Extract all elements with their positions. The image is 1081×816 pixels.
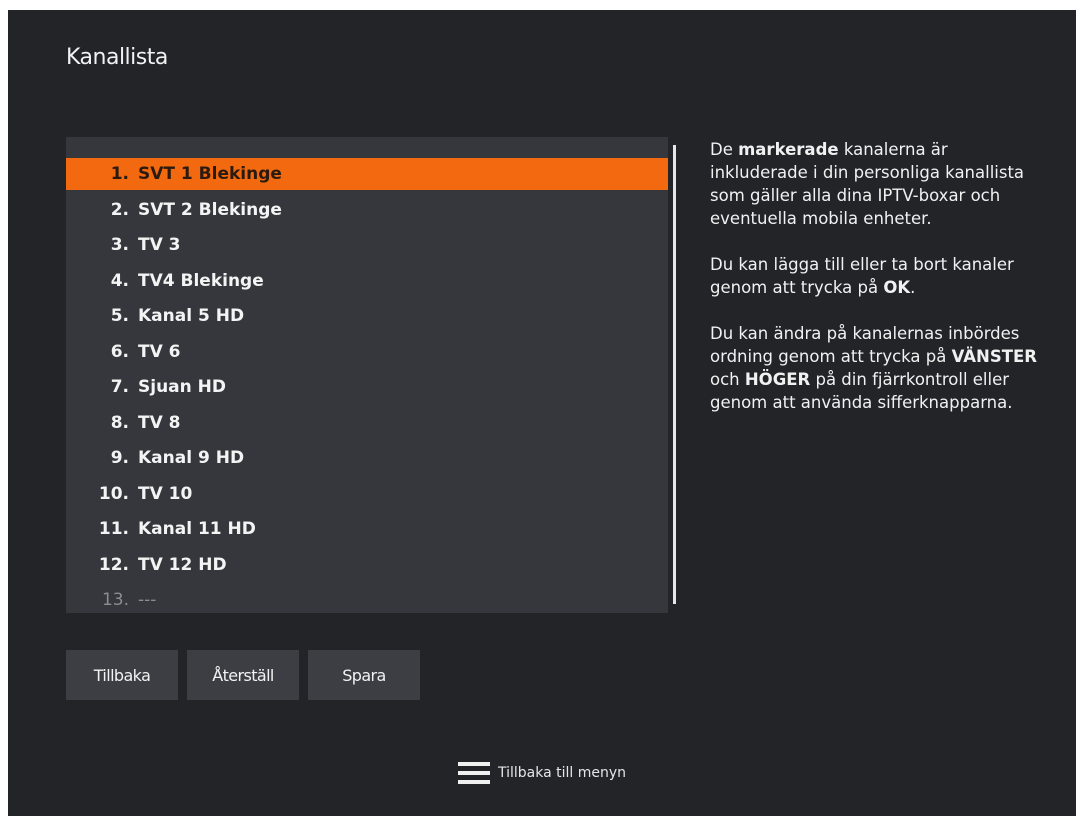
channel-item[interactable]: 5. Kanal 5 HD	[66, 300, 668, 332]
help-paragraph: Du kan ändra på kanalernas inbördes ordn…	[710, 322, 1048, 414]
help-text-part: Du kan lägga till eller ta bort kanaler …	[710, 255, 1014, 297]
channel-item[interactable]: 11. Kanal 11 HD	[66, 513, 668, 545]
channel-number: 10.	[98, 484, 129, 504]
save-button[interactable]: Spara	[308, 650, 420, 700]
list-scrollbar[interactable]	[673, 145, 676, 604]
channel-name: Kanal 11 HD	[138, 519, 256, 539]
channel-number: 9.	[110, 448, 129, 468]
channel-name: SVT 1 Blekinge	[138, 164, 282, 184]
footer-hint[interactable]: Tillbaka till menyn	[458, 762, 626, 784]
channel-number: 6.	[110, 342, 129, 362]
help-text-part: De	[710, 140, 739, 159]
channel-item[interactable]: 7. Sjuan HD	[66, 371, 668, 403]
help-text-bold: markerade	[738, 140, 839, 159]
help-text-bold: VÄNSTER	[951, 347, 1037, 366]
channel-item[interactable]: 2. SVT 2 Blekinge	[66, 194, 668, 226]
help-paragraph: Du kan lägga till eller ta bort kanaler …	[710, 253, 1048, 299]
channel-number: 7.	[110, 377, 129, 397]
channel-name: TV4 Blekinge	[138, 271, 264, 291]
channel-name: ---	[138, 590, 157, 610]
reset-button[interactable]: Återställ	[187, 650, 299, 700]
channel-number: 2.	[110, 200, 129, 220]
channel-name: Sjuan HD	[138, 377, 227, 397]
channel-list[interactable]: 1. SVT 1 Blekinge 2. SVT 2 Blekinge 3. T…	[66, 137, 668, 613]
channel-name: SVT 2 Blekinge	[138, 200, 282, 220]
menu-icon	[458, 762, 490, 784]
channel-number: 11.	[98, 519, 129, 539]
channel-number: 3.	[110, 235, 129, 255]
channel-number: 13.	[101, 590, 129, 610]
channel-name: TV 6	[138, 342, 181, 362]
help-text-part: och	[710, 370, 745, 389]
channel-name: TV 10	[138, 484, 193, 504]
tv-screen: Kanallista 1. SVT 1 Blekinge 2. SVT 2 Bl…	[8, 10, 1076, 816]
channel-item[interactable]: 13. ---	[66, 584, 668, 616]
channel-number: 8.	[110, 413, 129, 433]
channel-item[interactable]: 6. TV 6	[66, 336, 668, 368]
channel-item[interactable]: 8. TV 8	[66, 407, 668, 439]
channel-number: 4.	[110, 271, 129, 291]
channel-number: 5.	[110, 306, 129, 326]
footer-label: Tillbaka till menyn	[498, 765, 627, 781]
back-button[interactable]: Tillbaka	[66, 650, 178, 700]
help-text: De markerade kanalerna är inkluderade i …	[710, 138, 1048, 437]
help-text-part: .	[910, 278, 916, 297]
channel-name: TV 12 HD	[138, 555, 227, 575]
channel-item[interactable]: 3. TV 3	[66, 229, 668, 261]
page-title: Kanallista	[66, 45, 168, 70]
channel-item[interactable]: 1. SVT 1 Blekinge	[66, 158, 668, 190]
channel-name: TV 8	[138, 413, 181, 433]
channel-number: 12.	[98, 555, 129, 575]
help-text-bold: OK	[883, 278, 911, 297]
channel-item[interactable]: 10. TV 10	[66, 478, 668, 510]
channel-name: Kanal 5 HD	[138, 306, 245, 326]
channel-name: TV 3	[138, 235, 181, 255]
channel-number: 1.	[110, 164, 129, 184]
channel-item[interactable]: 9. Kanal 9 HD	[66, 442, 668, 474]
help-paragraph: De markerade kanalerna är inkluderade i …	[710, 138, 1048, 230]
channel-item[interactable]: 12. TV 12 HD	[66, 549, 668, 581]
channel-item[interactable]: 4. TV4 Blekinge	[66, 265, 668, 297]
help-text-bold: HÖGER	[744, 370, 811, 389]
channel-name: Kanal 9 HD	[138, 448, 245, 468]
